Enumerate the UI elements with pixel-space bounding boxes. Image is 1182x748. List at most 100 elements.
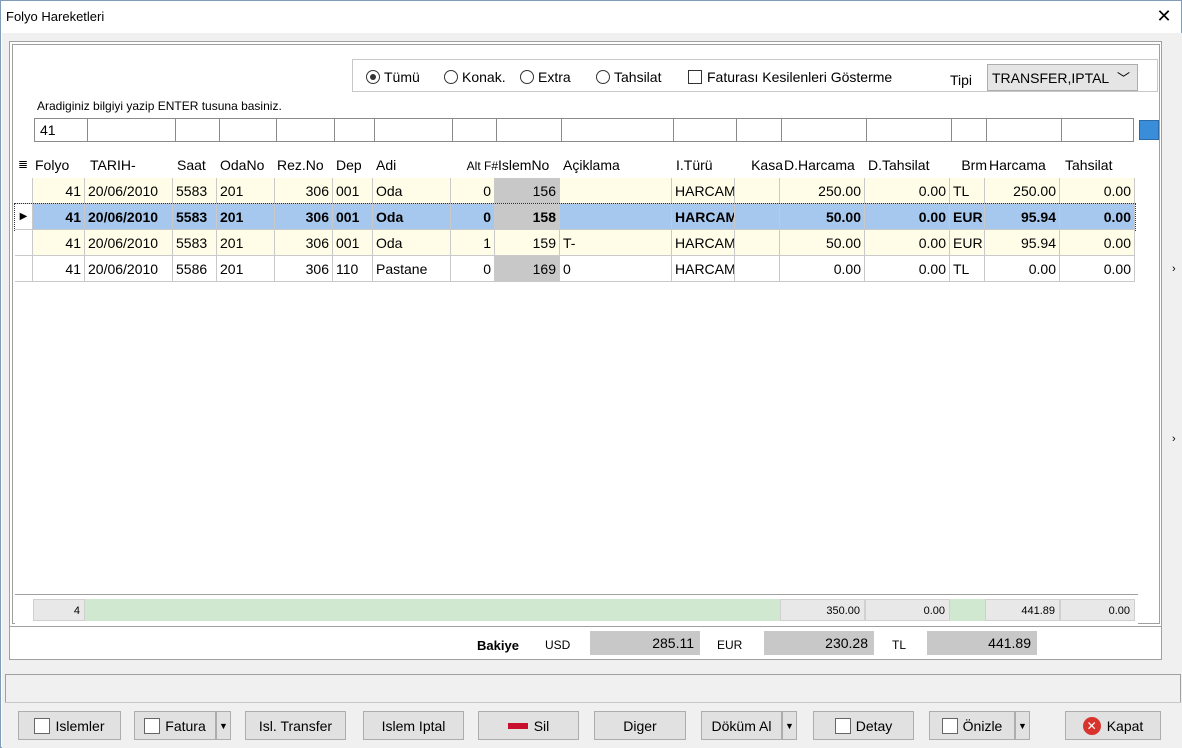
col-header-altf[interactable]: Alt F#: [452, 152, 498, 178]
cell-tarih: 20/06/2010: [85, 178, 173, 204]
cell-rezno: 306: [275, 230, 333, 256]
fatura-dropdown-arrow-icon[interactable]: ▼: [216, 711, 231, 740]
tl-label: TL: [892, 638, 907, 652]
sil-button[interactable]: Sil: [478, 711, 579, 740]
filter-cell[interactable]: [867, 119, 952, 141]
cell-islemno: 158: [495, 204, 560, 230]
col-header-brm[interactable]: Brm: [953, 152, 987, 178]
col-header-rezno[interactable]: Rez.No: [277, 152, 335, 178]
filter-cell[interactable]: [375, 119, 453, 141]
cell-tarih: 20/06/2010: [85, 256, 173, 282]
table-row[interactable]: 41 20/06/2010 5583 201 306 001 Oda 0 156…: [15, 178, 1135, 204]
cell-kasa: [735, 178, 780, 204]
cell-saat: 5583: [173, 178, 217, 204]
fatura-button[interactable]: Fatura: [134, 711, 216, 740]
radio-tumu[interactable]: Tümü: [366, 69, 420, 85]
total-brm: [950, 599, 985, 621]
cell-tarih: 20/06/2010: [85, 230, 173, 256]
col-header-folyo[interactable]: Folyo: [35, 152, 85, 178]
filter-cell[interactable]: [562, 119, 674, 141]
cell-adi: Oda: [373, 230, 451, 256]
dokum-button[interactable]: Döküm Al: [701, 711, 782, 740]
table-row-selected[interactable]: ▶ 41 20/06/2010 5583 201 306 001 Oda 0 1…: [14, 203, 1136, 231]
filter-cell[interactable]: [176, 119, 220, 141]
onizle-dropdown-arrow-icon[interactable]: ▼: [1015, 711, 1030, 740]
transfer-button[interactable]: Isl. Transfer: [245, 711, 346, 740]
splitter-arrow-icon[interactable]: ›: [1172, 433, 1176, 445]
radio-extra[interactable]: Extra: [520, 69, 571, 85]
filter-cell[interactable]: [220, 119, 277, 141]
cell-dharcama: 50.00: [780, 204, 865, 230]
table-row[interactable]: 41 20/06/2010 5583 201 306 001 Oda 1 159…: [15, 230, 1135, 256]
folyo-window: Folyo Hareketleri ✕ Tümü Konak. Extra Ta…: [0, 0, 1182, 748]
row-indicator: [15, 178, 33, 204]
cell-islemno: 159: [495, 230, 560, 256]
sil-label: Sil: [533, 717, 550, 734]
cell-dharcama: 0.00: [780, 256, 865, 282]
col-header-saat[interactable]: Saat: [177, 152, 217, 178]
row-pointer-icon: ▶: [15, 204, 33, 230]
filter-cell[interactable]: [1062, 119, 1135, 141]
col-header-ituru[interactable]: I.Türü: [676, 152, 736, 178]
close-button[interactable]: ✕: [1147, 1, 1181, 33]
cell-tarih: 20/06/2010: [85, 204, 173, 230]
col-header-harcama[interactable]: Harcama: [989, 152, 1065, 178]
islemler-button[interactable]: Islemler: [18, 711, 121, 740]
radio-konak[interactable]: Konak.: [444, 69, 506, 85]
diger-button[interactable]: Diger: [594, 711, 686, 740]
iptal-button[interactable]: Islem Iptal: [363, 711, 464, 740]
table-row[interactable]: 41 20/06/2010 5586 201 306 110 Pastane 0…: [15, 256, 1135, 282]
filter-cell[interactable]: [88, 119, 176, 141]
col-header-aciklama[interactable]: Açiklama: [563, 152, 663, 178]
cell-harcama: 95.94: [985, 204, 1060, 230]
filter-cell[interactable]: [674, 119, 737, 141]
detay-button[interactable]: Detay: [813, 711, 914, 740]
col-header-dharcama[interactable]: D.Harcama: [784, 152, 869, 178]
cell-dep: 001: [333, 178, 373, 204]
cell-dep: 001: [333, 230, 373, 256]
col-header-dep[interactable]: Dep: [336, 152, 374, 178]
col-header-kasa[interactable]: Kasa: [739, 152, 783, 178]
dokum-dropdown-arrow-icon[interactable]: ▼: [782, 711, 797, 740]
button-bar: Islemler Fatura ▼ Isl. Transfer Islem Ip…: [5, 702, 1181, 748]
window-title: Folyo Hareketleri: [6, 9, 105, 24]
filter-cell[interactable]: [952, 119, 987, 141]
eur-value: 230.28: [764, 631, 874, 655]
cell-aciklama: 0: [560, 256, 672, 282]
kapat-button[interactable]: ✕ Kapat: [1065, 711, 1161, 740]
col-header-tahsilat[interactable]: Tahsilat: [1065, 152, 1140, 178]
col-header-adi[interactable]: Adi: [376, 152, 446, 178]
col-header-islemno[interactable]: IslemNo: [498, 152, 564, 178]
col-header-dtahsilat[interactable]: D.Tahsilat: [868, 152, 953, 178]
filter-box: Tümü Konak. Extra Tahsilat Faturası Kesi…: [352, 59, 1158, 92]
filter-cell[interactable]: [453, 119, 497, 141]
cell-ituru: HARCAM: [672, 204, 735, 230]
onizle-button[interactable]: Önizle: [929, 711, 1015, 740]
usd-label: USD: [545, 638, 571, 652]
cell-altf: 0: [451, 256, 495, 282]
search-input[interactable]: 41: [35, 119, 88, 141]
radio-label: Tümü: [384, 69, 420, 85]
filter-cell[interactable]: [987, 119, 1062, 141]
cell-islemno: 156: [495, 178, 560, 204]
filter-cell[interactable]: [335, 119, 375, 141]
checkbox-icon: [688, 70, 702, 84]
filter-cell[interactable]: [497, 119, 562, 141]
filter-cell[interactable]: [737, 119, 782, 141]
grid-menu-icon[interactable]: ≣: [15, 152, 33, 178]
radio-tahsilat[interactable]: Tahsilat: [596, 69, 661, 85]
col-header-tarih[interactable]: TARIH-: [90, 152, 170, 178]
cell-tahsilat: 0.00: [1060, 230, 1135, 256]
splitter-arrow-icon[interactable]: ›: [1172, 263, 1176, 275]
tipi-select[interactable]: TRANSFER,IPTAL ﹀: [987, 64, 1138, 91]
cell-brm: TL: [950, 178, 985, 204]
radio-checked-icon: [366, 70, 380, 84]
faturasi-checkbox[interactable]: Faturası Kesilenleri Gösterme: [688, 69, 892, 85]
title-bar: Folyo Hareketleri ✕: [1, 1, 1181, 33]
cell-odano: 201: [217, 230, 275, 256]
col-header-odano[interactable]: OdaNo: [220, 152, 276, 178]
cell-brm: EUR: [950, 204, 985, 230]
filter-cell[interactable]: [782, 119, 867, 141]
filter-cell[interactable]: [277, 119, 335, 141]
filter-icon[interactable]: [1139, 120, 1159, 140]
